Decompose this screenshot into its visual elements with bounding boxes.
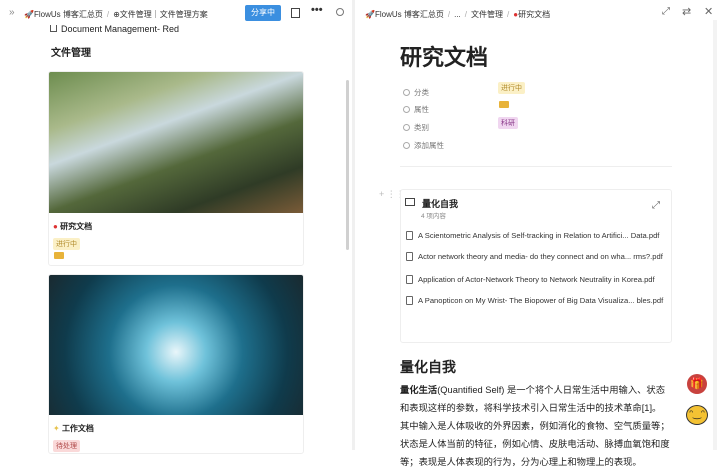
file-item[interactable]: Application of Actor-Network Theory to N…: [406, 275, 655, 284]
rocket-icon: 🚀: [365, 10, 375, 19]
balloon-icon: ●: [53, 222, 58, 231]
layout-icon[interactable]: [291, 8, 300, 18]
breadcrumb-item[interactable]: FlowUs 博客汇总页: [375, 10, 444, 19]
add-property-button[interactable]: 添加属性: [403, 135, 444, 153]
scrollbar[interactable]: [346, 80, 349, 250]
more-icon[interactable]: •••: [311, 4, 323, 16]
folder-icon: [499, 101, 509, 108]
property-row[interactable]: 类别 科研: [403, 117, 663, 135]
section-heading: 量化自我: [400, 359, 456, 375]
card-cover-image: [49, 72, 303, 213]
expand-icon[interactable]: ⤢: [662, 6, 670, 17]
select-icon: [403, 124, 410, 131]
breadcrumb-item[interactable]: ...: [454, 10, 461, 19]
assistant-smiley-button[interactable]: ᵔ‿ᵔ: [686, 405, 708, 425]
property-row[interactable]: 属性: [403, 99, 663, 117]
select-icon: [403, 89, 410, 96]
property-value: 科研: [498, 117, 518, 129]
close-icon[interactable]: ✕: [704, 5, 713, 18]
breadcrumb: 🚀FlowUs 博客汇总页 / ⊕文件管理｜文件管理方案: [24, 10, 208, 19]
folder-icon: [405, 198, 415, 206]
gift-button[interactable]: 🎁: [687, 374, 707, 394]
checkbox-icon: [50, 25, 57, 32]
folder-block-count: 4 项内容: [421, 213, 446, 220]
file-item[interactable]: A Scientometric Analysis of Self-trackin…: [406, 231, 659, 240]
folder-block-title: 量化自我: [422, 199, 459, 209]
file-item[interactable]: A Panopticon on My Wrist- The Biopower o…: [406, 296, 663, 305]
status-tag: 进行中: [53, 238, 80, 250]
card-title: ✦ 工作文档: [53, 424, 94, 433]
breadcrumb: 🚀FlowUs 博客汇总页 /... / 文件管理 / ●研究文档: [365, 10, 551, 19]
breadcrumb-item[interactable]: FlowUs 博客汇总页: [34, 10, 103, 19]
status-tag: 待处理: [53, 440, 80, 452]
pdf-icon: [406, 296, 413, 305]
pdf-icon: [406, 275, 413, 284]
sparkle-icon: ✦: [53, 424, 60, 433]
pdf-icon: [406, 231, 413, 240]
property-value: 进行中: [498, 82, 525, 94]
folder-icon: [54, 252, 64, 259]
card[interactable]: ● 研究文档 进行中: [48, 71, 304, 266]
file-item[interactable]: Actor network theory and media- do they …: [406, 252, 663, 261]
pane-divider[interactable]: [352, 0, 355, 450]
card-cover-image: [49, 275, 303, 415]
attachment-icon: [403, 106, 410, 113]
pdf-icon: [406, 252, 413, 261]
paragraph: 量化生活(Quantified Self) 是一个将个人日常生活中用输入、状态和…: [400, 385, 670, 467]
expand-icon[interactable]: ⤢: [652, 200, 660, 211]
breadcrumb-item[interactable]: ⊕文件管理｜文件管理方案: [113, 10, 208, 19]
card-title: ● 研究文档: [53, 222, 93, 231]
breadcrumb-item[interactable]: 研究文档: [518, 10, 550, 19]
breadcrumb-item[interactable]: 文件管理: [471, 10, 503, 19]
page-subtitle: Document Management- Red: [50, 24, 179, 34]
search-icon[interactable]: [336, 8, 344, 16]
property-row[interactable]: 分类 进行中: [403, 82, 663, 100]
share-button[interactable]: 分享中: [245, 5, 281, 21]
section-title: 文件管理: [51, 48, 91, 59]
rocket-icon: 🚀: [24, 10, 34, 19]
plus-icon: [403, 142, 410, 149]
page-title: 研究文档: [400, 45, 489, 70]
scrollbar[interactable]: [713, 20, 717, 450]
expand-sidebar-icon[interactable]: »: [9, 7, 15, 18]
left-pane: » 🚀FlowUs 博客汇总页 / ⊕文件管理｜文件管理方案 分享中 ••• Doc…: [0, 0, 352, 454]
divider: [400, 166, 672, 167]
card[interactable]: ✦ 工作文档 待处理: [48, 274, 304, 454]
swap-icon[interactable]: ⇄: [682, 5, 691, 18]
